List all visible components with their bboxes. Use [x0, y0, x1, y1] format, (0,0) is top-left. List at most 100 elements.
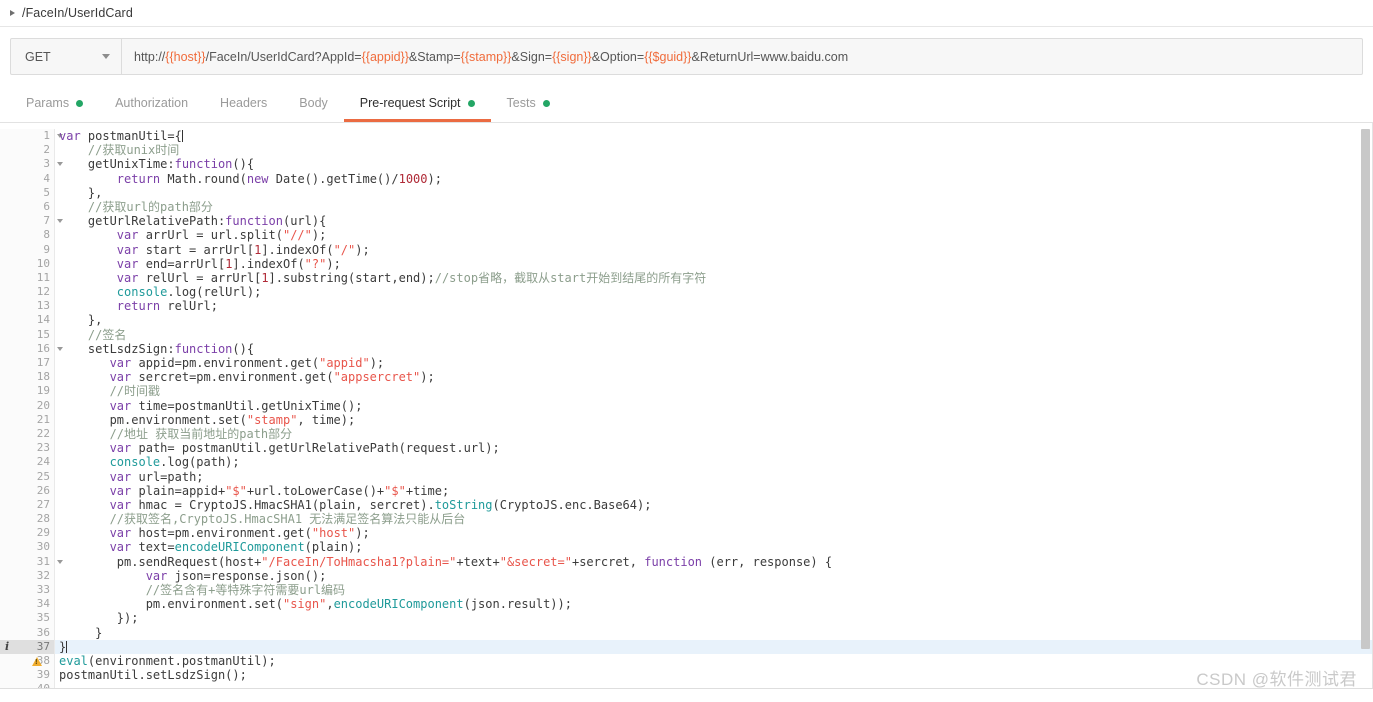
code-line[interactable]: 22 //地址 获取当前地址的path部分 [0, 426, 1373, 442]
code-token-kw: var [116, 270, 139, 285]
code-token-plain: }, [59, 185, 103, 200]
code-line[interactable]: 32 var json=response.json(); [0, 568, 1373, 583]
code-line[interactable]: 39 postmanUtil.setLsdzSign(); [0, 668, 1373, 683]
editor-scrollbar-thumb[interactable] [1361, 129, 1370, 649]
pre-request-script-editor[interactable]: 1 var postmanUtil={2 //获取unix时间 3 getUnixT… [0, 123, 1373, 689]
code-line[interactable]: 36 } [0, 625, 1373, 640]
code-line-text: var end=arrUrl[1].indexOf("?"); [55, 257, 1373, 271]
code-token-plain: (json.result)); [463, 597, 572, 612]
code-line[interactable]: 5 }, [0, 185, 1373, 200]
code-line[interactable]: 7 getUrlRelativePath:function(url){ [0, 214, 1373, 229]
code-line[interactable]: 29 var host=pm.environment.get("host"); [0, 526, 1373, 541]
code-line-text: //签名 [55, 328, 1373, 342]
code-line[interactable]: 30 var text=encodeURIComponent(plain); [0, 540, 1373, 555]
code-token-num: 1 [261, 270, 269, 285]
code-line-text: return Math.round(new Date().getTime()/1… [55, 172, 1373, 186]
line-number: 33 [36, 583, 50, 596]
code-line[interactable]: 8 var arrUrl = url.split("//"); [0, 228, 1373, 243]
code-line-text: //时间戳 [55, 384, 1373, 398]
code-line[interactable]: 35 }); [0, 611, 1373, 626]
line-number: 15 [36, 327, 50, 341]
http-method-select[interactable]: GET [10, 38, 122, 75]
code-token-plain: .log(path); [160, 455, 240, 470]
code-line-text: var hmac = CryptoJS.HmacSHA1(plain, serc… [55, 498, 1373, 512]
tab-params[interactable]: Params [10, 87, 99, 122]
url-text-token: /FaceIn/UserIdCard?AppId= [205, 49, 362, 64]
line-gutter: 4 [0, 171, 55, 186]
code-line[interactable]: 21 pm.environment.set("stamp", time); [0, 412, 1373, 427]
code-token-plain: getUrlRelativePath: [59, 214, 226, 229]
code-line[interactable]: 2 //获取unix时间 [0, 143, 1373, 158]
code-line[interactable]: 19 //时间戳 [0, 384, 1373, 399]
line-number: 9 [43, 242, 50, 256]
code-line[interactable]: 18 var sercret=pm.environment.get("appse… [0, 370, 1373, 385]
code-line-text: var time=postmanUtil.getUnixTime(); [55, 399, 1373, 413]
code-line[interactable]: 31 pm.sendRequest(host+"/FaceIn/ToHmacsh… [0, 554, 1373, 569]
code-line-text: var host=pm.environment.get("host"); [55, 526, 1373, 540]
code-line[interactable]: 6 //获取url的path部分 [0, 199, 1373, 215]
code-line[interactable]: 26 var plain=appid+"$"+url.toLowerCase()… [0, 483, 1373, 498]
tab-authorization[interactable]: Authorization [99, 87, 204, 122]
editor-vertical-scrollbar[interactable] [1361, 123, 1370, 688]
tab-pre-request-script[interactable]: Pre-request Script [343, 87, 491, 122]
code-line[interactable]: 1 var postmanUtil={ [0, 129, 1373, 144]
code-line[interactable]: 16 setLsdzSign:function(){ [0, 341, 1373, 356]
code-token-cmt: //时间戳 [109, 384, 161, 399]
warning-triangle-icon[interactable] [31, 656, 42, 666]
tab-body[interactable]: Body [283, 87, 344, 122]
line-gutter: 28 [0, 512, 55, 527]
line-number: 40 [36, 682, 50, 689]
code-token-plain: pm.environment.set( [59, 597, 283, 612]
tab-tests[interactable]: Tests [491, 87, 566, 122]
code-line-text: return relUrl; [55, 299, 1373, 313]
request-url-input[interactable]: http://{{host}}/FaceIn/UserIdCard?AppId=… [122, 38, 1363, 75]
code-line[interactable]: 27 var hmac = CryptoJS.HmacSHA1(plain, s… [0, 497, 1373, 513]
code-line-text: var text=encodeURIComponent(plain); [55, 540, 1373, 554]
code-line[interactable]: 3 getUnixTime:function(){ [0, 157, 1373, 172]
code-token-plain: setLsdzSign: [59, 341, 175, 356]
code-line[interactable]: 40 [0, 682, 1373, 689]
code-token-plain: pm.environment.set( [59, 412, 247, 427]
code-token-kw: var [109, 497, 132, 512]
code-line[interactable]: i 37} [0, 639, 1373, 654]
tab-label: Params [26, 96, 70, 110]
code-line[interactable]: 4 return Math.round(new Date().getTime()… [0, 171, 1373, 186]
line-gutter: 5 [0, 185, 55, 200]
code-token-plain: text= [131, 540, 175, 555]
code-line[interactable]: 20 var time=postmanUtil.getUnixTime(); [0, 398, 1373, 413]
code-token-kw: var [116, 256, 139, 271]
line-number: 22 [36, 426, 50, 440]
code-line[interactable]: 10 var end=arrUrl[1].indexOf("?"); [0, 256, 1373, 271]
code-line[interactable]: 34 pm.environment.set("sign",encodeURICo… [0, 597, 1373, 612]
code-line[interactable]: 28 //获取签名,CryptoJS.HmacSHA1 无法满足签名算法只能从后… [0, 512, 1373, 527]
info-marker-icon[interactable]: i [5, 641, 9, 652]
line-gutter: 17 [0, 356, 55, 371]
code-line[interactable]: 9 var start = arrUrl[1].indexOf("/"); [0, 242, 1373, 257]
code-line-text: //获取unix时间 [55, 143, 1373, 157]
code-line-text: var json=response.json(); [55, 569, 1373, 583]
code-line[interactable]: 12 console.log(relUrl); [0, 285, 1373, 300]
code-line[interactable]: 33 //签名含有+等特殊字符需要url编码 [0, 583, 1373, 598]
code-line[interactable]: 13 return relUrl; [0, 299, 1373, 314]
code-line[interactable]: 25 var url=path; [0, 469, 1373, 484]
code-line[interactable]: 24 console.log(path); [0, 455, 1373, 470]
line-number: 3 [43, 157, 50, 171]
code-token-plain: ); [369, 356, 385, 370]
code-line-text: console.log(path); [55, 455, 1373, 469]
code-line[interactable]: 38eval(environment.postmanUtil); [0, 653, 1373, 669]
code-line[interactable]: 23 var path= postmanUtil.getUrlRelativeP… [0, 441, 1373, 456]
code-token-plain: json=response.json(); [167, 568, 327, 583]
code-line[interactable]: 11 var relUrl = arrUrl[1].substring(star… [0, 270, 1373, 286]
code-editor-content[interactable]: 1 var postmanUtil={2 //获取unix时间 3 getUnixT… [0, 123, 1373, 689]
code-line[interactable]: 15 //签名 [0, 327, 1373, 342]
code-line[interactable]: 14 }, [0, 313, 1373, 328]
line-gutter: 38 [0, 653, 55, 669]
line-number: 12 [36, 285, 50, 299]
code-token-kw: function [174, 341, 233, 356]
triangle-right-icon[interactable] [10, 10, 15, 16]
code-line[interactable]: 17 var appid=pm.environment.get("appid")… [0, 356, 1373, 371]
tab-headers[interactable]: Headers [204, 87, 283, 122]
